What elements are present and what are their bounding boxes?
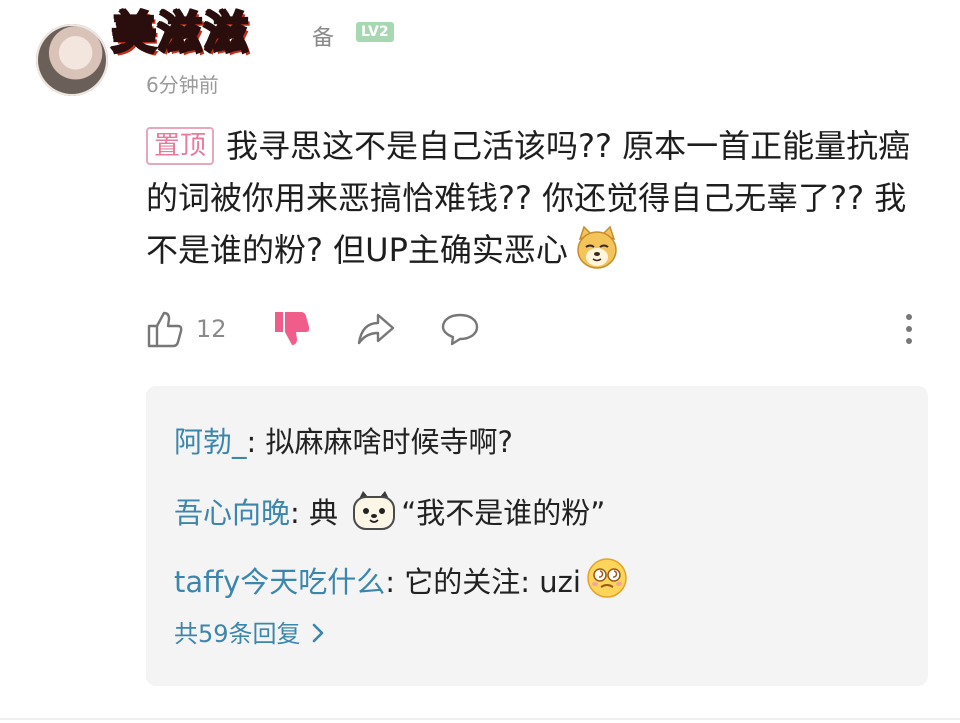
share-button[interactable]	[356, 306, 396, 352]
reply-button[interactable]	[440, 306, 480, 352]
reply-item[interactable]: 阿勃_: 拟麻麻啥时候寺啊?	[174, 422, 513, 462]
dislike-icon	[272, 309, 310, 349]
view-more-replies-link[interactable]: 共59条回复	[174, 614, 325, 656]
reply-item[interactable]: taffy今天吃什么: 它的关注: uzi	[174, 556, 633, 610]
comment-text: 我寻思这不是自己活该吗?? 原本一首正能量抗癌的词被你用来恶搞恰难钱?? 你还觉…	[146, 127, 911, 269]
chevron-right-icon	[311, 616, 325, 656]
like-button[interactable]: 12	[146, 306, 227, 352]
thumbs-up-icon	[146, 309, 184, 349]
more-options-button[interactable]	[902, 306, 916, 352]
reply-text: : 它的关注: uzi	[385, 565, 581, 599]
reply-username[interactable]: 吾心向晚	[174, 496, 290, 530]
reply-username[interactable]: taffy今天吃什么	[174, 565, 385, 599]
reply-text: : 典	[290, 496, 348, 530]
reply-text: : 拟麻麻啥时候寺啊?	[246, 425, 513, 459]
username[interactable]: 美滋滋	[111, 6, 250, 62]
divider	[0, 718, 960, 720]
doge-emoji	[574, 225, 620, 271]
dog-face-emoji	[351, 489, 397, 541]
timestamp: 6分钟前	[146, 73, 219, 97]
pinned-badge: 置顶	[146, 127, 215, 165]
dizzy-face-emoji	[585, 556, 629, 610]
share-icon	[356, 311, 396, 347]
dislike-button[interactable]	[272, 306, 310, 352]
level-badge: LV2	[356, 22, 394, 42]
more-vertical-icon	[902, 311, 916, 347]
comment-action-bar: 12	[146, 306, 936, 352]
more-replies-label: 共59条回复	[174, 620, 301, 648]
comment-body: 置顶 我寻思这不是自己活该吗?? 原本一首正能量抗癌的词被你用来恶搞恰难钱?? 你…	[146, 120, 936, 276]
reply-text: “我不是谁的粉”	[401, 496, 606, 530]
avatar[interactable]	[36, 24, 108, 96]
like-count: 12	[196, 315, 227, 343]
reply-bubble-icon	[440, 311, 480, 347]
reply-item[interactable]: 吾心向晚: 典 “我不是谁的粉”	[174, 489, 605, 541]
username-tail[interactable]: 备	[312, 20, 334, 52]
reply-username[interactable]: 阿勃_	[174, 425, 247, 459]
